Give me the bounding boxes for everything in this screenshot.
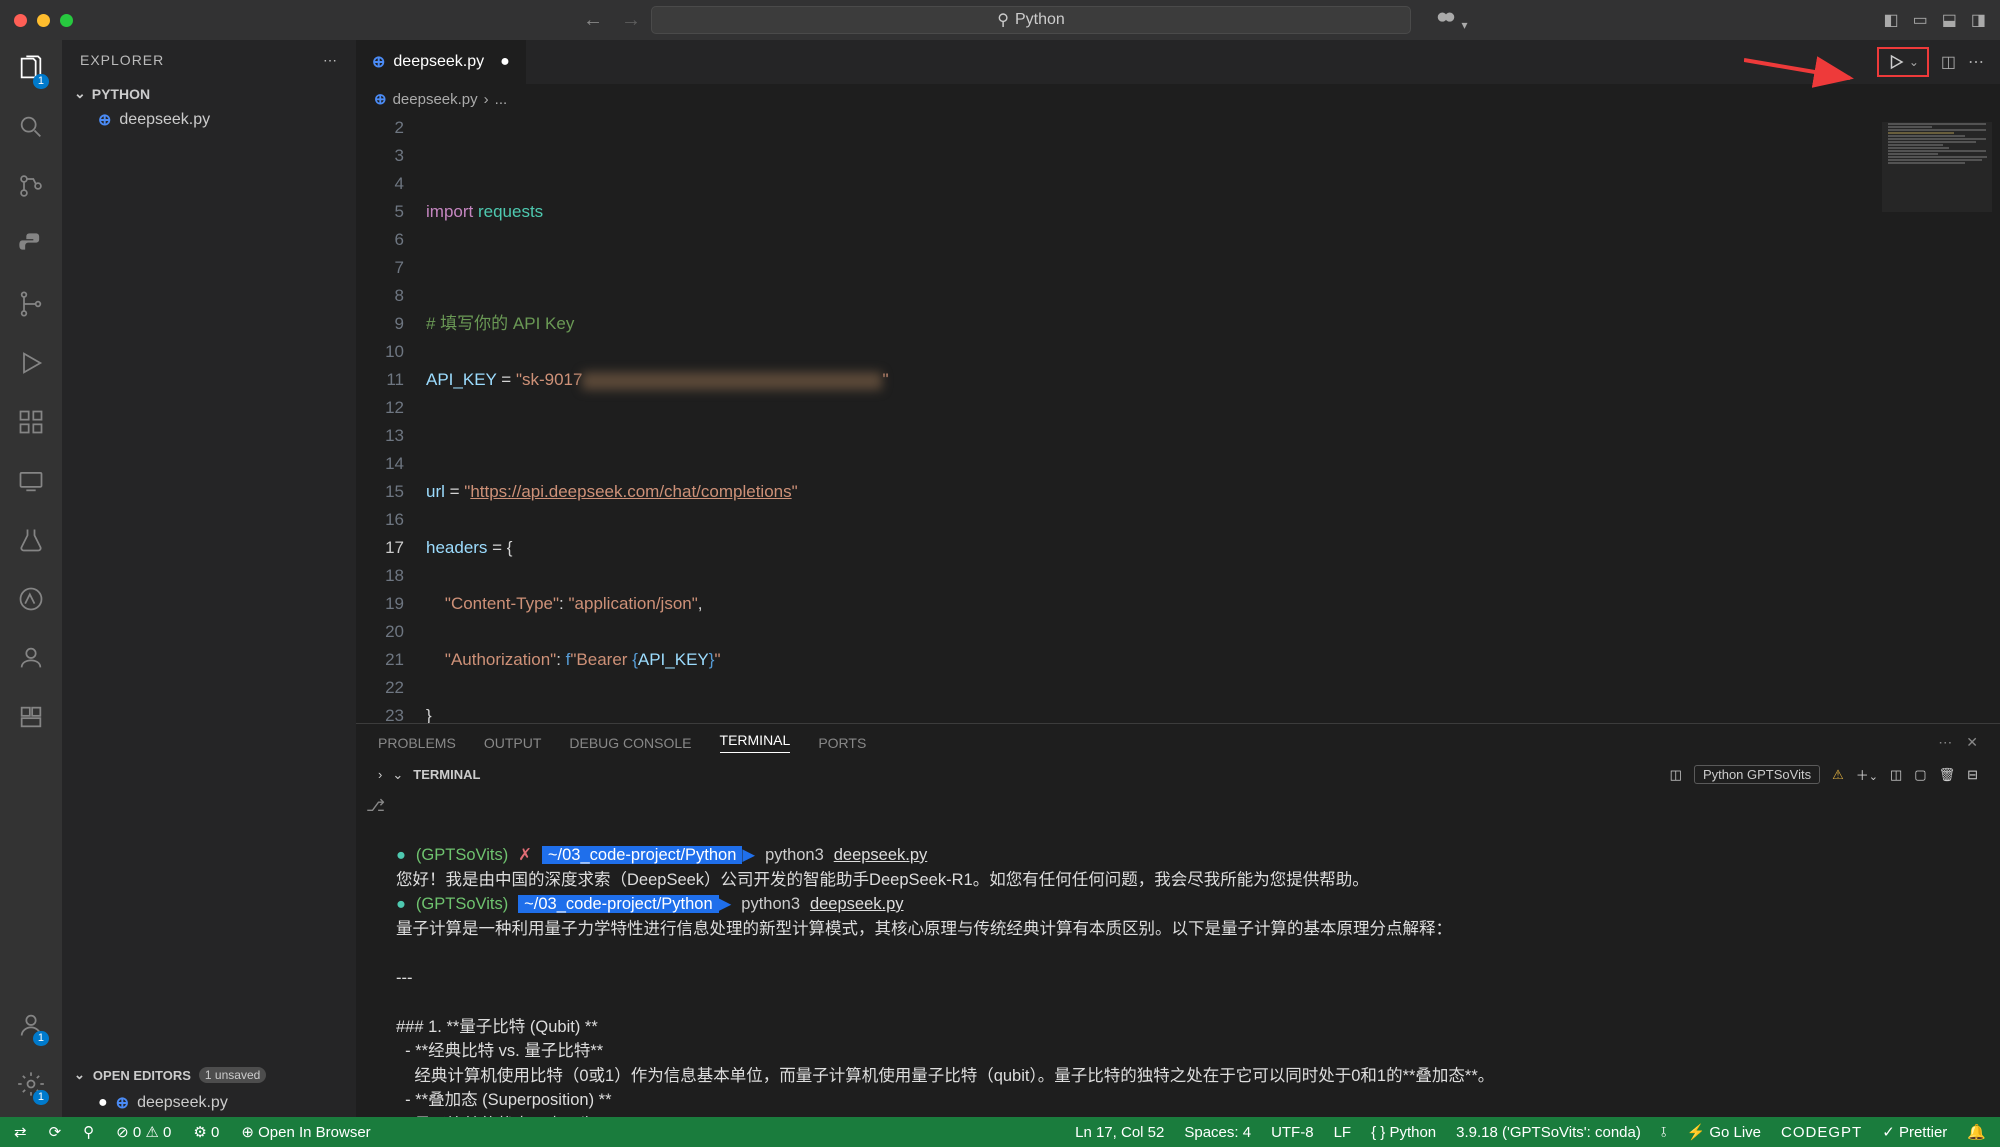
kill-terminal-icon[interactable]: 🗑 xyxy=(1939,767,1956,783)
terminal-group-label: TERMINAL xyxy=(413,767,480,782)
settings-gear-icon[interactable]: 1 xyxy=(17,1070,45,1103)
python-env-icon[interactable] xyxy=(17,231,45,264)
live-share-icon[interactable] xyxy=(17,585,45,618)
python-env-label[interactable]: Python GPTSoVits xyxy=(1694,765,1820,784)
python-file-icon: ⊕ xyxy=(372,52,385,72)
command-center-search[interactable]: ⚲ Python xyxy=(651,6,1411,34)
account-icon[interactable]: 1 xyxy=(17,1011,45,1044)
ai-chat-icon[interactable] xyxy=(17,644,45,677)
ports-status[interactable]: ⚙ 0 xyxy=(193,1123,219,1141)
chevron-down-icon: ⌄ xyxy=(74,1067,85,1083)
live-server-icon[interactable]: ⫱ xyxy=(1661,1124,1667,1141)
open-editor-item[interactable]: ● ⊕ deepseek.py xyxy=(62,1089,356,1117)
file-item[interactable]: ⊕ deepseek.py xyxy=(62,106,356,134)
project-header[interactable]: ⌄ PYTHON xyxy=(62,81,356,106)
open-editors-header[interactable]: ⌄ OPEN EDITORS 1 unsaved xyxy=(62,1061,356,1089)
chevron-right-icon[interactable]: › xyxy=(378,767,382,782)
explorer-icon[interactable]: 1 xyxy=(17,54,45,87)
testing-icon[interactable] xyxy=(17,526,45,559)
language-mode[interactable]: { } Python xyxy=(1371,1124,1436,1141)
play-icon xyxy=(1887,53,1905,71)
prettier-status[interactable]: ✓ Prettier xyxy=(1882,1123,1947,1141)
title-bar: ← → ⚲ Python ▾ ◧ ▭ ⬓ ◨ xyxy=(0,0,2000,40)
chevron-down-icon[interactable]: ⌄ xyxy=(392,767,403,783)
notifications-icon[interactable]: 🔔 xyxy=(1967,1123,1986,1141)
remote-indicator-icon[interactable]: ⇄ xyxy=(14,1123,27,1141)
panel-more-icon[interactable]: ⋯ xyxy=(1938,734,1952,751)
terminal-profile-icon[interactable]: ◫ xyxy=(1670,767,1682,783)
eol-status[interactable]: LF xyxy=(1334,1124,1352,1141)
terminal-output[interactable]: ⎇ ● (GPTSoVits) ✗ ~/03_code-project/Pyth… xyxy=(356,788,2000,1117)
minimap[interactable] xyxy=(1882,122,1992,212)
layout-sidebar-left-icon[interactable]: ◧ xyxy=(1884,10,1899,30)
maximize-window-icon[interactable] xyxy=(60,14,73,27)
nav-forward-icon[interactable]: → xyxy=(621,9,641,32)
git-decoration-icon[interactable]: ⎇ xyxy=(366,794,385,819)
python-file-icon: ⊕ xyxy=(374,90,387,108)
explorer-title: EXPLORER xyxy=(80,52,164,69)
window-controls xyxy=(14,14,73,27)
split-terminal-icon[interactable]: ◫ xyxy=(1890,767,1902,783)
cursor-position[interactable]: Ln 17, Col 52 xyxy=(1075,1124,1164,1141)
tab-output[interactable]: OUTPUT xyxy=(484,735,542,751)
split-editor-icon[interactable]: ◫ xyxy=(1941,52,1956,72)
line-gutter: 23456789101112131415161718192021222324 xyxy=(356,114,426,723)
chevron-down-icon: ⌄ xyxy=(74,85,86,102)
code-editor[interactable]: 23456789101112131415161718192021222324 i… xyxy=(356,114,2000,723)
python-file-icon: ⊕ xyxy=(98,110,111,130)
unsaved-badge: 1 unsaved xyxy=(199,1067,266,1083)
git-graph-icon[interactable] xyxy=(17,290,45,323)
tab-ports[interactable]: PORTS xyxy=(818,735,866,751)
minimize-window-icon[interactable] xyxy=(37,14,50,27)
panel-toggle-icon[interactable]: ⊟ xyxy=(1967,767,1978,783)
explorer-more-icon[interactable]: ⋯ xyxy=(323,52,338,69)
bottom-panel: PROBLEMS OUTPUT DEBUG CONSOLE TERMINAL P… xyxy=(356,723,2000,1117)
layout-panel-icon[interactable]: ▭ xyxy=(1913,10,1928,30)
open-in-browser[interactable]: ⊕ Open In Browser xyxy=(241,1123,370,1141)
layout-sidebar-right-icon[interactable]: ◨ xyxy=(1971,10,1986,30)
tab-problems[interactable]: PROBLEMS xyxy=(378,735,456,751)
go-live[interactable]: ⚡ Go Live xyxy=(1686,1123,1761,1141)
annotation-arrow xyxy=(1744,54,1864,88)
debug-icon[interactable] xyxy=(17,349,45,382)
nav-back-icon[interactable]: ← xyxy=(583,9,603,32)
codegpt-status[interactable]: CODEGPT xyxy=(1781,1124,1862,1141)
breadcrumb[interactable]: ⊕ deepseek.py › ... xyxy=(356,84,2000,114)
problems-status[interactable]: ⊘ 0 ⚠ 0 xyxy=(116,1123,171,1141)
indentation-status[interactable]: Spaces: 4 xyxy=(1184,1124,1251,1141)
copilot-icon[interactable]: ▾ xyxy=(1435,7,1467,34)
code-content[interactable]: import requests # 填写你的 API Key API_KEY =… xyxy=(426,114,2000,723)
git-stash-icon[interactable] xyxy=(17,703,45,736)
maximize-panel-icon[interactable]: ▢ xyxy=(1914,767,1926,783)
more-actions-icon[interactable]: ⋯ xyxy=(1968,52,1984,72)
run-button[interactable]: ⌄ xyxy=(1877,47,1929,77)
python-interpreter[interactable]: 3.9.18 ('GPTSoVits': conda) xyxy=(1456,1124,1641,1141)
python-file-icon: ⊕ xyxy=(116,1093,129,1113)
redacted-api-key xyxy=(582,372,882,390)
editor-tab[interactable]: ⊕ deepseek.py ● xyxy=(356,40,526,84)
unsaved-dot-icon: ● xyxy=(98,1094,108,1112)
activity-bar: 1 1 1 xyxy=(0,40,62,1117)
unsaved-dot-icon: ● xyxy=(500,53,510,71)
warning-icon[interactable]: ⚠ xyxy=(1832,767,1844,783)
panel-close-icon[interactable]: ✕ xyxy=(1966,734,1978,751)
remote-explorer-icon[interactable] xyxy=(17,467,45,500)
search-icon[interactable] xyxy=(17,113,45,146)
tab-debug-console[interactable]: DEBUG CONSOLE xyxy=(569,735,691,751)
new-terminal-icon[interactable]: ＋⌄ xyxy=(1856,765,1878,784)
sidebar: EXPLORER ⋯ ⌄ PYTHON ⊕ deepseek.py ⌄ OPEN… xyxy=(62,40,356,1117)
status-bar: ⇄ ⟳ ⚲ ⊘ 0 ⚠ 0 ⚙ 0 ⊕ Open In Browser Ln 1… xyxy=(0,1117,2000,1147)
ext-status-icon[interactable]: ⟳ xyxy=(49,1123,62,1141)
encoding-status[interactable]: UTF-8 xyxy=(1271,1124,1314,1141)
extensions-icon[interactable] xyxy=(17,408,45,441)
tab-terminal[interactable]: TERMINAL xyxy=(720,732,791,753)
layout-panel-bottom-icon[interactable]: ⬓ xyxy=(1942,10,1957,30)
search-text: Python xyxy=(1015,11,1065,29)
search-icon: ⚲ xyxy=(997,10,1009,30)
source-control-icon[interactable] xyxy=(17,172,45,205)
close-window-icon[interactable] xyxy=(14,14,27,27)
chevron-down-icon: ⌄ xyxy=(1909,55,1919,69)
broadcast-icon[interactable]: ⚲ xyxy=(83,1123,94,1141)
